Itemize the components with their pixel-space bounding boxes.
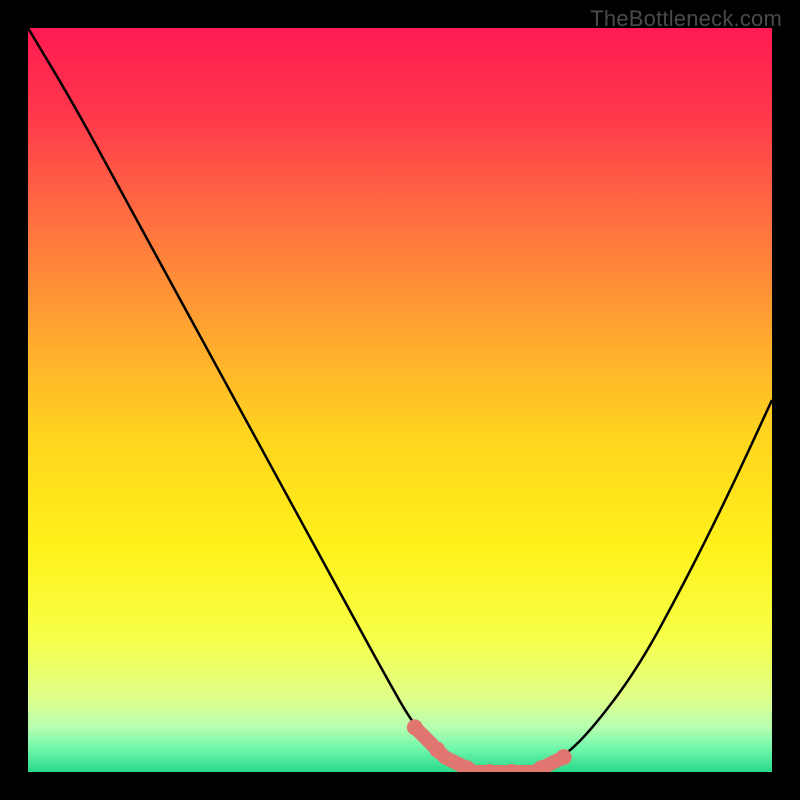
bottleneck-curve bbox=[28, 28, 772, 772]
highlight-marker bbox=[407, 719, 572, 772]
plot-area bbox=[28, 28, 772, 772]
chart-container: TheBottleneck.com bbox=[0, 0, 800, 800]
curve-layer bbox=[28, 28, 772, 772]
